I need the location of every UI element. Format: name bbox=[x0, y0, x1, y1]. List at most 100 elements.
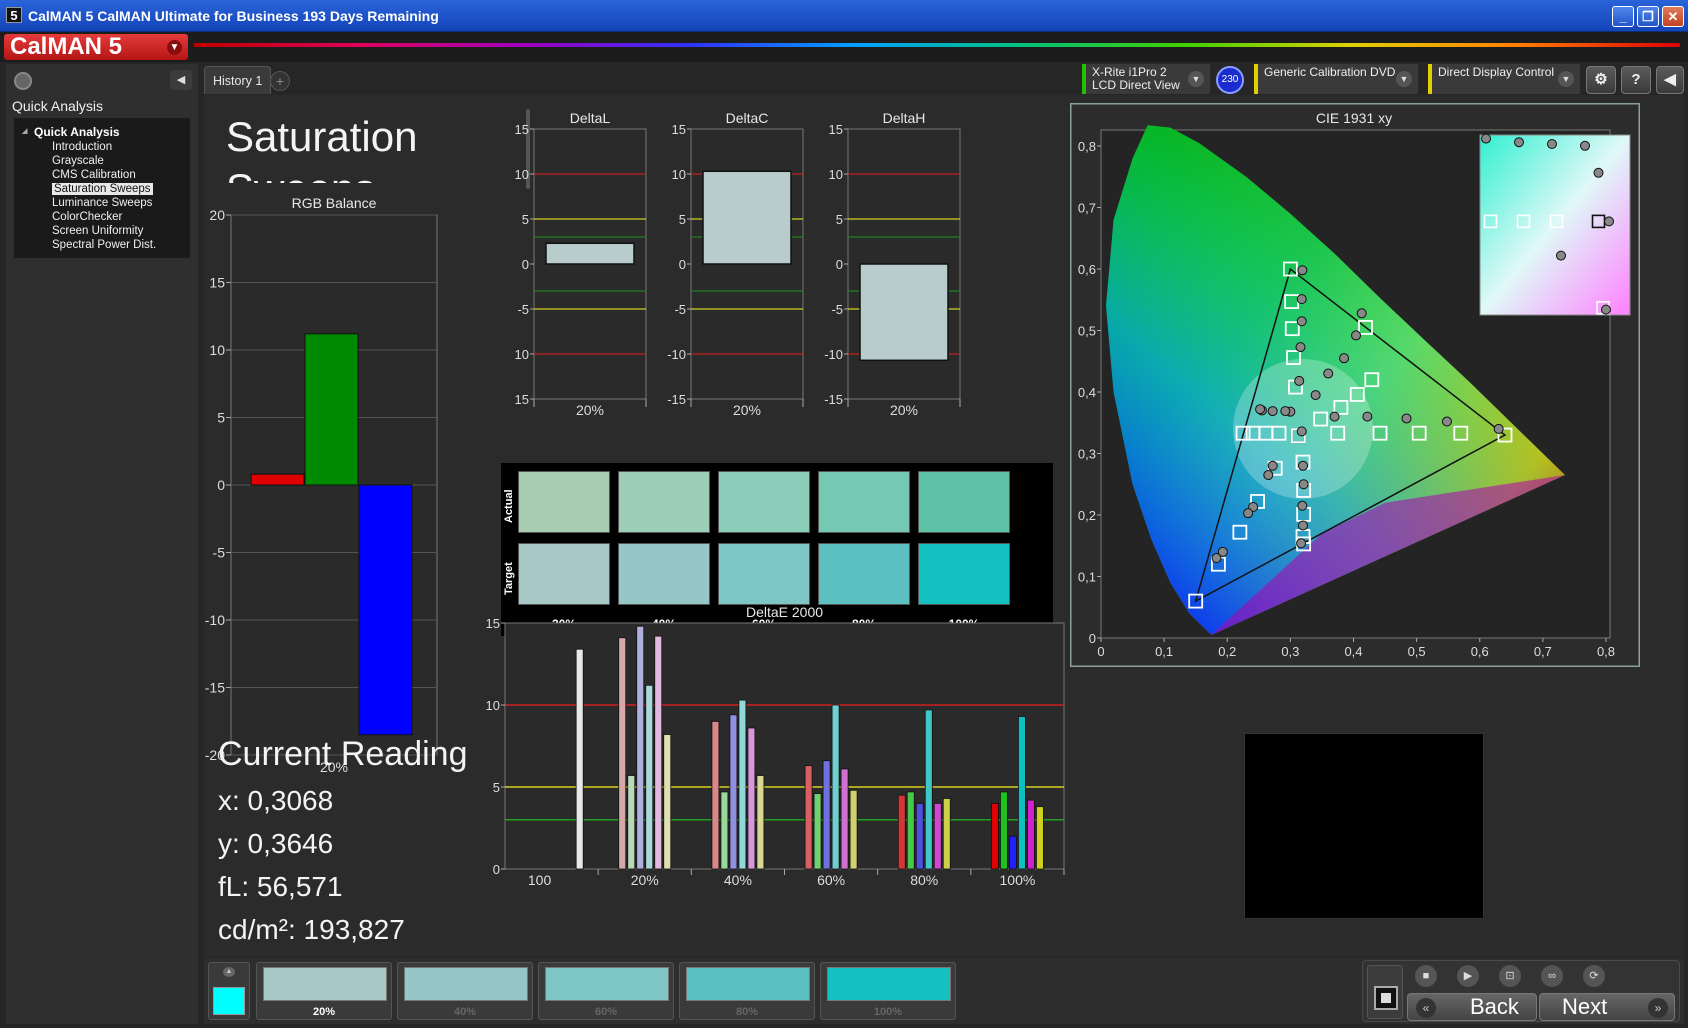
chart-title: DeltaH bbox=[883, 110, 926, 126]
y-tick-label: 0 bbox=[217, 477, 225, 493]
y-tick-label: 15 bbox=[486, 616, 500, 631]
sweep-point-button[interactable]: 40% bbox=[397, 962, 533, 1020]
repeat-button[interactable]: ⟳ bbox=[1583, 965, 1605, 987]
sidebar-item[interactable]: Luminance Sweeps bbox=[22, 196, 184, 210]
continuous-button[interactable]: ∞ bbox=[1541, 965, 1563, 987]
sweep-point-button[interactable]: 20% bbox=[256, 962, 392, 1020]
current-color-swatch[interactable]: ▲ bbox=[208, 962, 250, 1020]
double-chevron-right-icon: » bbox=[1648, 998, 1668, 1018]
bar-b bbox=[358, 484, 413, 736]
chevron-down-icon: ▼ bbox=[1396, 71, 1412, 87]
y-tick-label: -15 bbox=[667, 392, 686, 407]
workflow-tree: Quick Analysis Introduction Grayscale CMS … bbox=[14, 118, 190, 258]
y-tick-label: 0,7 bbox=[1078, 201, 1096, 216]
sweep-point-color bbox=[686, 967, 810, 1001]
x-tick-label: 0,2 bbox=[1218, 644, 1236, 659]
bottom-toolbar: ▲ ■ ▶ ⊡ ∞ ⟳ « Back Next » 20% 40% 60% 80% 100% bbox=[204, 958, 1684, 1024]
target-swatch bbox=[618, 543, 710, 605]
target-swatch bbox=[918, 543, 1010, 605]
sidebar-item-label: Screen Uniformity bbox=[52, 225, 144, 237]
deltae-bar bbox=[663, 734, 672, 870]
measured-point bbox=[1401, 413, 1412, 424]
deltae-bar bbox=[645, 684, 654, 870]
measured-point bbox=[1263, 470, 1274, 481]
meter-selector[interactable]: X-Rite i1Pro 2 LCD Direct View ▼ bbox=[1082, 64, 1210, 94]
y-tick-label: 10 bbox=[209, 342, 225, 358]
chevron-down-icon: ▼ bbox=[167, 40, 182, 55]
source-selector[interactable]: Generic Calibration DVD ▼ bbox=[1254, 64, 1418, 94]
y-tick-label: 15 bbox=[672, 122, 686, 137]
close-button[interactable]: ✕ bbox=[1662, 6, 1684, 27]
target-row-label: Target bbox=[503, 562, 515, 595]
deltae-bar bbox=[1036, 806, 1044, 870]
next-button[interactable]: Next » bbox=[1539, 993, 1675, 1021]
x-tick-label: 0,3 bbox=[1281, 644, 1299, 659]
measured-point bbox=[1296, 538, 1307, 549]
measured-point bbox=[1356, 308, 1367, 319]
measured-point bbox=[1295, 342, 1306, 353]
sweep-point-color bbox=[263, 967, 387, 1001]
sidebar-item[interactable]: ColorChecker bbox=[22, 210, 184, 224]
sweep-point-button[interactable]: 80% bbox=[679, 962, 815, 1020]
measured-point bbox=[1329, 411, 1340, 422]
tree-root[interactable]: Quick Analysis bbox=[22, 124, 184, 140]
read-series-button[interactable]: ⊡ bbox=[1499, 965, 1521, 987]
deltae-bar bbox=[991, 802, 999, 870]
meter-badge[interactable]: 230 bbox=[1216, 66, 1244, 94]
stop-icon bbox=[1374, 986, 1398, 1010]
calman-logo-button[interactable]: CalMAN 5 ▼ bbox=[4, 34, 188, 60]
bar-g bbox=[304, 333, 359, 486]
x-tick-label: 0 bbox=[1097, 644, 1104, 659]
maximize-button[interactable]: ❐ bbox=[1637, 6, 1659, 27]
sidebar-item[interactable]: Saturation Sweeps bbox=[22, 182, 184, 196]
collapse-sidebar-icon[interactable]: ◀ bbox=[170, 70, 192, 90]
sweep-point-button[interactable]: 100% bbox=[820, 962, 956, 1020]
stop-button[interactable]: ■ bbox=[1415, 965, 1437, 987]
minimize-button[interactable]: _ bbox=[1612, 6, 1634, 27]
settings-button[interactable]: ⚙ bbox=[1586, 66, 1616, 94]
y-tick-label: 5 bbox=[679, 212, 686, 227]
double-chevron-left-icon: « bbox=[1416, 998, 1436, 1018]
deltae-bar bbox=[636, 625, 645, 870]
workflow-menu-icon[interactable] bbox=[14, 72, 32, 90]
inset-measured-point bbox=[1593, 167, 1604, 178]
x-tick-label: 40% bbox=[724, 872, 752, 888]
measured-point bbox=[1296, 426, 1307, 437]
deltae-bar bbox=[720, 791, 729, 870]
help-button[interactable]: ? bbox=[1621, 66, 1651, 94]
chart-title: RGB Balance bbox=[292, 195, 377, 211]
deltae-bar bbox=[822, 760, 831, 870]
deltae-bar bbox=[831, 704, 840, 870]
display-selector[interactable]: Direct Display Control ▼ bbox=[1428, 64, 1580, 94]
repeat-icon: ⟳ bbox=[1589, 970, 1599, 982]
x-tick-label: 20% bbox=[631, 872, 659, 888]
x-tick-label: 0,7 bbox=[1534, 644, 1552, 659]
y-tick-label: -15 bbox=[205, 680, 225, 696]
tab-history-1[interactable]: History 1 bbox=[204, 66, 272, 94]
chevron-up-icon[interactable]: ▲ bbox=[223, 967, 235, 977]
sweep-point-button[interactable]: 60% bbox=[538, 962, 674, 1020]
sidebar-item[interactable]: Grayscale bbox=[22, 154, 184, 168]
y-tick-label: 5 bbox=[836, 212, 843, 227]
sweep-point-color bbox=[545, 967, 669, 1001]
page-title: Saturation Sweeps bbox=[226, 113, 418, 183]
measured-point bbox=[1362, 411, 1373, 422]
target-swatch bbox=[518, 543, 610, 605]
add-tab-button[interactable]: + bbox=[270, 71, 290, 91]
play-button[interactable]: ▶ bbox=[1457, 965, 1479, 987]
actual-swatch bbox=[618, 471, 710, 533]
deltae-bar bbox=[924, 709, 933, 870]
back-button[interactable]: « Back bbox=[1407, 993, 1537, 1021]
sidebar-item[interactable]: Spectral Power Dist. bbox=[22, 238, 184, 252]
sidebar-item-label: Luminance Sweeps bbox=[52, 197, 153, 209]
sidebar-item[interactable]: Introduction bbox=[22, 140, 184, 154]
sidebar-item[interactable]: CMS Calibration bbox=[22, 168, 184, 182]
collapse-right-button[interactable]: ◀ bbox=[1656, 66, 1684, 94]
stop-measure-button[interactable] bbox=[1367, 965, 1403, 1019]
x-tick-label: 20% bbox=[576, 402, 604, 418]
y-tick-label: 20 bbox=[209, 207, 225, 223]
sidebar-item[interactable]: Screen Uniformity bbox=[22, 224, 184, 238]
y-tick-label: 0 bbox=[493, 862, 500, 877]
sidebar-item-label: Grayscale bbox=[52, 155, 104, 167]
bar-r bbox=[250, 473, 305, 486]
